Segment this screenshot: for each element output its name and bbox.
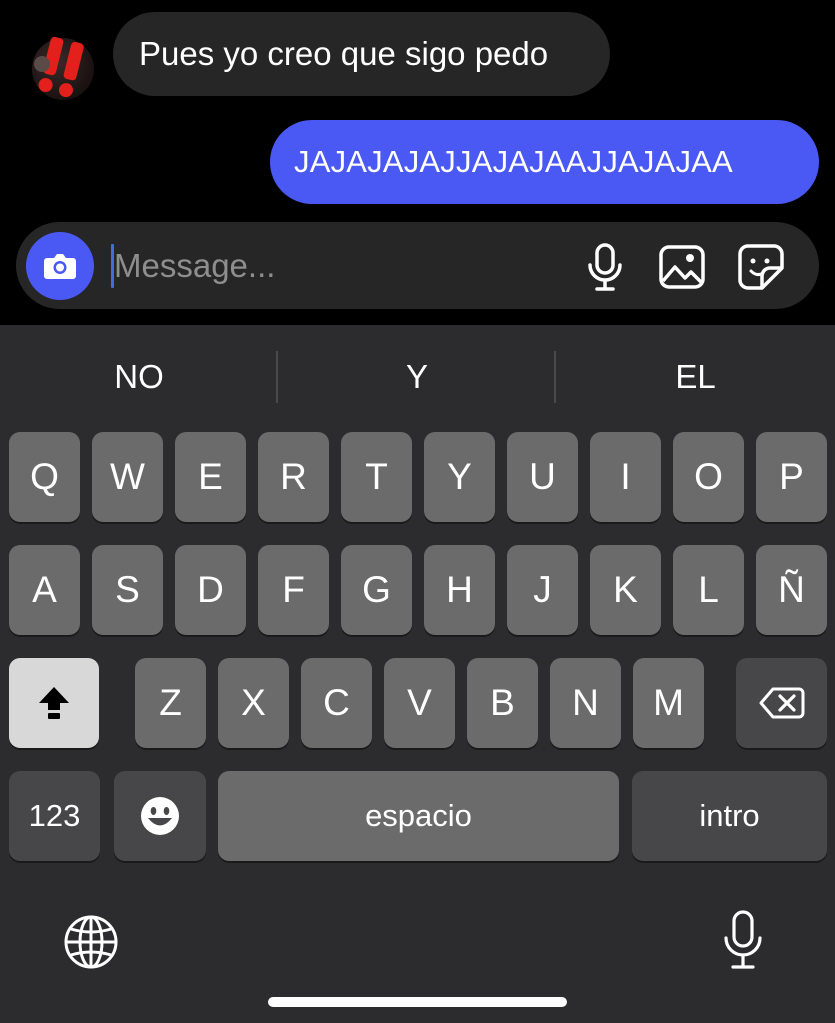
return-key[interactable]: intro [632,771,827,861]
key-o[interactable]: O [673,432,744,522]
emoji-icon [141,797,179,835]
key-e[interactable]: E [175,432,246,522]
keyboard: NO Y EL Q W E R T Y U I O P A S D F G H … [0,325,835,1023]
key-u[interactable]: U [507,432,578,522]
avatar-image [34,36,84,98]
key-g[interactable]: G [341,545,412,635]
key-f[interactable]: F [258,545,329,635]
sticker-icon [738,244,784,290]
key-x[interactable]: X [218,658,289,748]
numbers-key[interactable]: 123 [9,771,100,861]
key-q[interactable]: Q [9,432,80,522]
shift-icon [39,687,69,719]
message-input[interactable] [114,242,554,290]
camera-button[interactable] [26,232,94,300]
dictation-icon [724,910,762,969]
key-k[interactable]: K [590,545,661,635]
chat-screen: Pues yo creo que sigo pedo JAJAJAJAJJAJA… [0,0,835,1023]
image-icon [659,245,705,289]
key-r[interactable]: R [258,432,329,522]
key-m[interactable]: M [633,658,704,748]
sticker-button[interactable] [736,242,786,292]
outgoing-message-bubble[interactable]: JAJAJAJAJJAJAJAAJJAJAJAA [270,120,819,204]
message-composer [16,222,819,309]
globe-icon [64,915,118,969]
microphone-icon [588,243,622,291]
suggestion-1[interactable]: NO [0,347,278,407]
key-i[interactable]: I [590,432,661,522]
key-z[interactable]: Z [135,658,206,748]
space-key[interactable]: espacio [218,771,619,861]
camera-icon [44,254,76,279]
contact-avatar[interactable] [32,36,94,100]
key-c[interactable]: C [301,658,372,748]
key-d[interactable]: D [175,545,246,635]
key-b[interactable]: B [467,658,538,748]
key-n[interactable]: N [550,658,621,748]
key-a[interactable]: A [9,545,80,635]
key-p[interactable]: P [756,432,827,522]
suggestion-3[interactable]: EL [556,347,835,407]
key-enye[interactable]: Ñ [756,545,827,635]
key-y[interactable]: Y [424,432,495,522]
suggestion-2[interactable]: Y [278,347,556,407]
shift-key[interactable] [9,658,99,748]
microphone-button[interactable] [580,242,630,292]
emoji-key[interactable] [114,771,206,861]
dictation-button[interactable] [718,909,768,971]
key-h[interactable]: H [424,545,495,635]
globe-button[interactable] [62,913,120,971]
gallery-button[interactable] [657,242,707,292]
key-w[interactable]: W [92,432,163,522]
key-s[interactable]: S [92,545,163,635]
backspace-key[interactable] [736,658,827,748]
key-t[interactable]: T [341,432,412,522]
incoming-message-bubble[interactable]: Pues yo creo que sigo pedo [113,12,610,96]
key-j[interactable]: J [507,545,578,635]
home-indicator[interactable] [268,997,567,1007]
key-v[interactable]: V [384,658,455,748]
key-l[interactable]: L [673,545,744,635]
backspace-icon [759,687,804,719]
